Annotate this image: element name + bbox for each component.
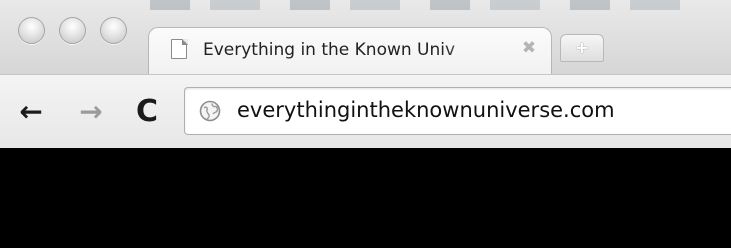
window-minimize-button[interactable] (59, 17, 86, 44)
page-content (0, 148, 731, 248)
tab-active[interactable]: Everything in the Known Univ ✖ (148, 27, 552, 76)
new-tab-button[interactable]: + (560, 34, 604, 62)
window-zoom-button[interactable] (100, 17, 127, 44)
forward-button[interactable]: → (74, 95, 108, 129)
window-close-button[interactable] (18, 17, 45, 44)
toolbar: ← → C everythingintheknownuniverse.com (0, 74, 731, 148)
reload-button[interactable]: C (130, 95, 164, 129)
tab-strip: Everything in the Known Univ ✖ + (0, 0, 731, 76)
address-bar[interactable]: everythingintheknownuniverse.com (184, 87, 731, 135)
browser-window: Everything in the Known Univ ✖ + ← → C e… (0, 0, 731, 248)
tab-title: Everything in the Known Univ (203, 40, 456, 60)
page-icon (171, 38, 188, 59)
background-window-edge (150, 0, 710, 10)
plus-icon: + (575, 38, 589, 57)
back-button[interactable]: ← (14, 95, 48, 129)
url-text[interactable]: everythingintheknownuniverse.com (237, 98, 717, 126)
close-tab-icon[interactable]: ✖ (519, 38, 539, 58)
globe-icon (199, 100, 221, 122)
